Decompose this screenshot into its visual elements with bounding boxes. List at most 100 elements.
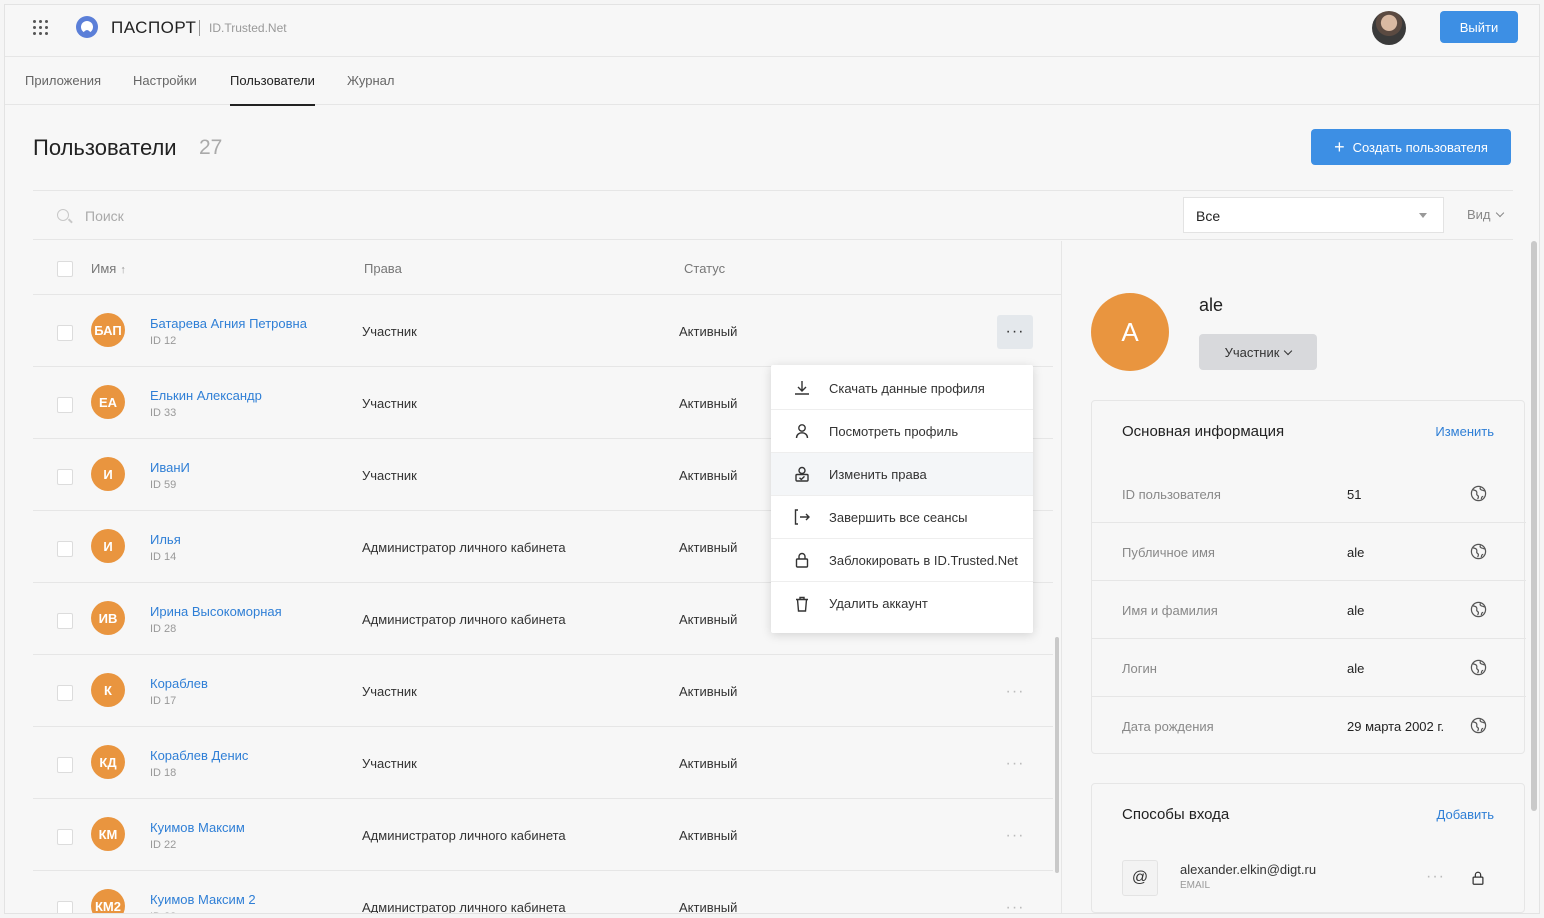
apps-grid-icon[interactable]: [33, 20, 49, 36]
column-name-label: Имя: [91, 261, 117, 276]
tab-journal[interactable]: Журнал: [347, 73, 394, 88]
add-login-link[interactable]: Добавить: [1437, 807, 1494, 822]
table-row: К Кораблев ID 17 Участник Активный ···: [33, 655, 1053, 727]
field-value: ale: [1347, 661, 1365, 676]
row-checkbox[interactable]: [57, 901, 73, 913]
lock-icon[interactable]: [1470, 870, 1486, 886]
menu-item-delete-account[interactable]: Удалить аккаунт: [771, 582, 1033, 625]
row-checkbox[interactable]: [57, 397, 73, 413]
menu-item-label: Удалить аккаунт: [829, 596, 928, 611]
status-filter-select[interactable]: Все: [1183, 197, 1444, 233]
menu-item-view-profile[interactable]: Посмотреть профиль: [771, 410, 1033, 453]
plus-icon: +: [1334, 137, 1345, 157]
avatar: ИВ: [91, 601, 125, 635]
visibility-globe-icon[interactable]: [1470, 543, 1487, 560]
user-status: Активный: [679, 756, 738, 771]
panel-divider: [1061, 241, 1062, 913]
user-name-link[interactable]: Батарева Агния Петровна: [150, 316, 307, 331]
tab-users[interactable]: Пользователи: [230, 73, 315, 106]
info-row-public-name: Публичное имя ale: [1092, 523, 1526, 581]
user-id: ID 22: [150, 839, 177, 851]
chevron-down-icon: [1284, 346, 1293, 355]
user-name-link[interactable]: Илья: [150, 532, 181, 547]
app-window: ПАСПОРТ ID.Trusted.Net Выйти Приложения …: [4, 4, 1540, 914]
avatar: И: [91, 457, 125, 491]
table-row: КД Кораблев Денис ID 18 Участник Активны…: [33, 727, 1053, 799]
row-checkbox[interactable]: [57, 325, 73, 341]
menu-item-block-account[interactable]: Заблокировать в ID.Trusted.Net: [771, 539, 1033, 582]
search-icon: [57, 209, 69, 221]
row-checkbox[interactable]: [57, 685, 73, 701]
visibility-globe-icon[interactable]: [1470, 717, 1487, 734]
logo-icon: [76, 16, 98, 38]
profile-avatar: A: [1091, 293, 1169, 371]
visibility-globe-icon[interactable]: [1470, 659, 1487, 676]
info-row-full-name: Имя и фамилия ale: [1092, 581, 1526, 639]
row-checkbox[interactable]: [57, 829, 73, 845]
user-name-link[interactable]: Кораблев Денис: [150, 748, 248, 763]
user-rights: Администратор личного кабинета: [362, 900, 566, 914]
more-icon[interactable]: ···: [997, 315, 1033, 349]
user-name-link[interactable]: Куимов Максим: [150, 820, 245, 835]
email-at-icon: @: [1122, 860, 1158, 896]
view-label: Вид: [1467, 207, 1491, 222]
field-value: ale: [1347, 545, 1365, 560]
user-name-link[interactable]: Ирина Высокоморная: [150, 604, 282, 619]
brand-name: ПАСПОРТ: [111, 18, 197, 37]
row-actions-menu: Скачать данные профиля Посмотреть профил…: [771, 365, 1033, 633]
row-checkbox[interactable]: [57, 469, 73, 485]
user-status: Активный: [679, 468, 738, 483]
table-scrollbar[interactable]: [1055, 637, 1059, 873]
sort-up-icon: ↑: [120, 264, 126, 276]
user-status: Активный: [679, 540, 738, 555]
user-rights: Администратор личного кабинета: [362, 828, 566, 843]
panel-scrollbar[interactable]: [1531, 241, 1537, 811]
user-name-link[interactable]: Кораблев: [150, 676, 208, 691]
column-name[interactable]: Имя ↑: [91, 261, 126, 276]
user-name-link[interactable]: ИванИ: [150, 460, 190, 475]
more-icon[interactable]: ···: [997, 747, 1033, 781]
role-label: Участник: [1224, 344, 1280, 360]
user-id: ID 23: [150, 911, 176, 913]
tab-settings[interactable]: Настройки: [133, 73, 197, 88]
view-select[interactable]: Вид: [1467, 207, 1504, 222]
avatar: ЕА: [91, 385, 125, 419]
create-user-label: Создать пользователя: [1352, 139, 1488, 155]
user-status: Активный: [679, 612, 738, 627]
row-checkbox[interactable]: [57, 541, 73, 557]
menu-item-change-rights[interactable]: Изменить права: [771, 453, 1033, 496]
avatar: КМ2: [91, 889, 125, 913]
more-icon[interactable]: ···: [997, 819, 1033, 853]
logout-button[interactable]: Выйти: [1440, 11, 1518, 43]
row-checkbox[interactable]: [57, 757, 73, 773]
edit-info-link[interactable]: Изменить: [1435, 424, 1494, 439]
user-id: ID 12: [150, 335, 177, 347]
more-icon[interactable]: ···: [997, 891, 1033, 913]
status-filter-value: Все: [1196, 208, 1221, 224]
avatar: И: [91, 529, 125, 563]
login-method-row: @ alexander.elkin@digt.ru EMAIL ···: [1122, 860, 1502, 900]
table-row: БАП Батарева Агния Петровна ID 12 Участн…: [33, 295, 1053, 367]
more-icon[interactable]: ···: [1426, 868, 1445, 886]
row-checkbox[interactable]: [57, 613, 73, 629]
visibility-globe-icon[interactable]: [1470, 601, 1487, 618]
user-id: ID 33: [150, 407, 177, 419]
user-rights: Администратор личного кабинета: [362, 612, 566, 627]
create-user-button[interactable]: + Создать пользователя: [1311, 129, 1511, 165]
field-label: Публичное имя: [1122, 545, 1215, 560]
visibility-globe-icon[interactable]: [1470, 485, 1487, 502]
user-name-link[interactable]: Куимов Максим 2: [150, 892, 256, 907]
user-rights: Участник: [362, 324, 417, 339]
download-icon: [795, 381, 809, 395]
select-all-checkbox[interactable]: [57, 261, 73, 277]
user-name-link[interactable]: Елькин Александр: [150, 388, 262, 403]
role-dropdown-button[interactable]: Участник: [1199, 334, 1317, 370]
field-value: 29 марта 2002 г.: [1347, 719, 1445, 734]
search-input[interactable]: [85, 205, 485, 227]
tab-apps[interactable]: Приложения: [25, 73, 101, 88]
menu-item-end-sessions[interactable]: Завершить все сеансы: [771, 496, 1033, 539]
menu-item-download-profile[interactable]: Скачать данные профиля: [771, 367, 1033, 410]
column-rights: Права: [364, 261, 402, 276]
more-icon[interactable]: ···: [997, 675, 1033, 709]
user-avatar[interactable]: [1372, 11, 1406, 45]
